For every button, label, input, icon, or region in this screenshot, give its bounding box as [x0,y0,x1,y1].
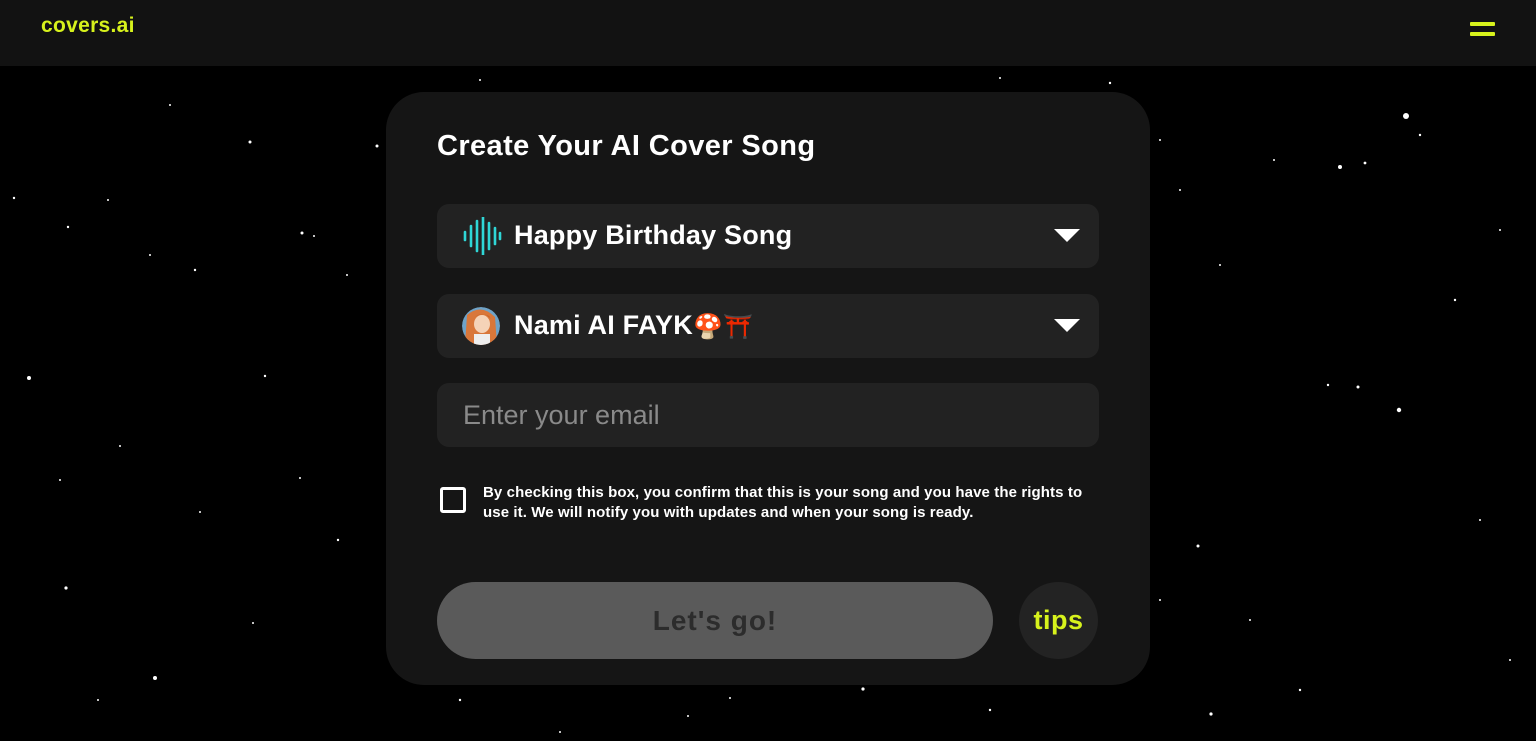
form-title: Create Your AI Cover Song [437,130,816,162]
character-avatar [462,307,500,345]
tips-label: tips [1033,605,1084,635]
selected-song-label: Happy Birthday Song [514,220,793,250]
lets-go-button[interactable]: Let's go! [437,582,993,659]
mushroom-emoji: 🍄 [692,313,724,341]
song-select-dropdown[interactable]: Happy Birthday Song [437,204,1099,268]
consent-text: By checking this box, you confirm that t… [483,484,1083,521]
consent-checkbox[interactable] [440,487,466,513]
selected-voice-label: Nami AI FAYK🍄⛩️ [514,310,753,341]
email-input[interactable] [437,383,1099,447]
shrine-emoji: ⛩️ [723,313,754,341]
site-logo[interactable]: covers.ai [41,14,135,38]
hamburger-menu-icon[interactable] [1466,18,1500,44]
audio-wave-icon [463,217,502,255]
chevron-down-icon [1054,319,1080,332]
tips-button[interactable]: tips [1019,582,1098,659]
voice-select-dropdown[interactable]: Nami AI FAYK🍄⛩️ [437,294,1099,358]
chevron-down-icon [1054,229,1080,242]
cover-song-form-card: Create Your AI Cover Song Happy Birthday… [386,92,1150,685]
top-nav-bar: covers.ai [0,0,1536,66]
lets-go-label: Let's go! [652,604,778,636]
voice-name: Nami AI FAYK [514,310,693,340]
